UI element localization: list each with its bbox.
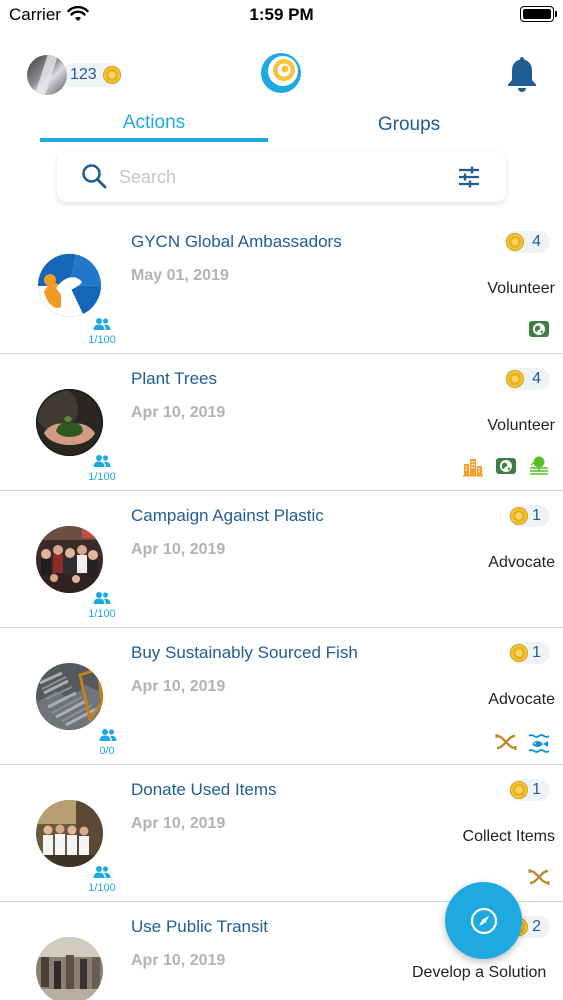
action-title[interactable]: Buy Sustainably Sourced Fish <box>131 643 358 663</box>
clock: 1:59 PM <box>249 5 314 24</box>
action-thumbnail <box>36 800 103 867</box>
climate-action-icon <box>496 458 516 474</box>
coin-icon <box>510 507 528 525</box>
action-thumbnail <box>36 389 103 456</box>
action-title[interactable]: GYCN Global Ambassadors <box>131 232 342 252</box>
search-icon <box>82 164 107 189</box>
members-count: 1/100 <box>88 471 116 483</box>
action-thumbnail <box>36 252 103 319</box>
action-date: Apr 10, 2019 <box>131 815 226 832</box>
avatar[interactable] <box>27 55 67 95</box>
life-on-land-icon <box>530 456 548 475</box>
action-type: Collect Items <box>462 828 555 845</box>
action-title[interactable]: Plant Trees <box>131 369 217 389</box>
points-value: 1 <box>532 644 541 661</box>
action-date: Apr 10, 2019 <box>131 404 226 421</box>
members-icon <box>93 866 111 878</box>
responsible-consumption-icon <box>495 734 517 750</box>
develop-solution-label[interactable]: Develop a Solution <box>412 964 546 982</box>
tab-actions[interactable]: Actions <box>40 112 268 134</box>
points-value: 1 <box>532 781 541 798</box>
life-below-water-icon <box>528 734 550 753</box>
action-list-item[interactable]: 1/100 Campaign Against Plastic Apr 10, 2… <box>0 491 563 628</box>
points-value: 1 <box>532 507 541 524</box>
search-input[interactable] <box>119 162 439 192</box>
action-type: Volunteer <box>487 417 555 434</box>
points-value: 2 <box>532 918 541 935</box>
points-badge: 1 <box>508 779 550 801</box>
points-badge: 1 <box>508 505 550 527</box>
action-list-item[interactable]: 1/100 Plant Trees Apr 10, 2019 4 Volunte… <box>0 354 563 491</box>
notifications-bell-icon[interactable] <box>506 55 538 93</box>
action-list-item[interactable]: 0/0 Buy Sustainably Sourced Fish Apr 10,… <box>0 628 563 765</box>
sustainable-cities-icon <box>463 459 483 477</box>
action-date: Apr 10, 2019 <box>131 678 226 695</box>
filter-sliders-icon[interactable] <box>457 165 481 189</box>
points-badge: 4 <box>504 368 550 390</box>
members-count: 1/100 <box>88 608 116 620</box>
app-logo-icon <box>261 53 301 93</box>
members-count: 0/0 <box>99 745 115 757</box>
coin-icon <box>506 233 524 251</box>
action-thumbnail <box>36 663 103 730</box>
action-date: Apr 10, 2019 <box>131 541 226 558</box>
search-bar <box>57 152 506 202</box>
develop-solution-button[interactable] <box>445 882 522 959</box>
action-thumbnail <box>36 937 103 1000</box>
action-title[interactable]: Campaign Against Plastic <box>131 506 324 526</box>
members-icon <box>93 592 111 604</box>
action-title[interactable]: Use Public Transit <box>131 917 268 937</box>
sdg-icons <box>495 731 550 753</box>
sdg-icons <box>528 866 550 888</box>
action-thumbnail <box>36 526 103 593</box>
points-value: 4 <box>532 370 541 387</box>
action-date: May 01, 2019 <box>131 267 229 284</box>
coin-icon <box>506 370 524 388</box>
tab-bar: Actions Groups <box>0 108 563 144</box>
tab-groups[interactable]: Groups <box>295 114 523 136</box>
points-badge: 4 <box>504 231 550 253</box>
compass-icon <box>470 907 497 934</box>
coin-icon <box>510 644 528 662</box>
battery-icon <box>520 6 557 22</box>
status-bar: Carrier 1:59 PM <box>0 0 563 30</box>
climate-action-icon <box>529 321 549 337</box>
action-date: Apr 10, 2019 <box>131 952 226 969</box>
points-badge: 1 <box>508 642 550 664</box>
sdg-icons <box>462 455 550 477</box>
members-icon <box>93 318 111 330</box>
responsible-consumption-icon <box>528 869 550 885</box>
members-icon <box>93 455 111 467</box>
members-count: 1/100 <box>88 882 116 894</box>
active-tab-indicator <box>40 138 268 142</box>
points-value: 4 <box>532 233 541 250</box>
action-list-item[interactable]: 1/100 GYCN Global Ambassadors May 01, 20… <box>0 217 563 354</box>
action-type: Advocate <box>488 554 555 571</box>
coin-icon <box>510 781 528 799</box>
coin-balance: 123 <box>70 66 97 83</box>
members-icon <box>99 729 117 741</box>
action-type: Advocate <box>488 691 555 708</box>
coin-icon <box>103 66 121 84</box>
app-header: 123 <box>0 50 563 106</box>
members-count: 1/100 <box>88 334 116 346</box>
action-title[interactable]: Donate Used Items <box>131 780 277 800</box>
sdg-icons <box>528 318 550 340</box>
action-type: Volunteer <box>487 280 555 297</box>
